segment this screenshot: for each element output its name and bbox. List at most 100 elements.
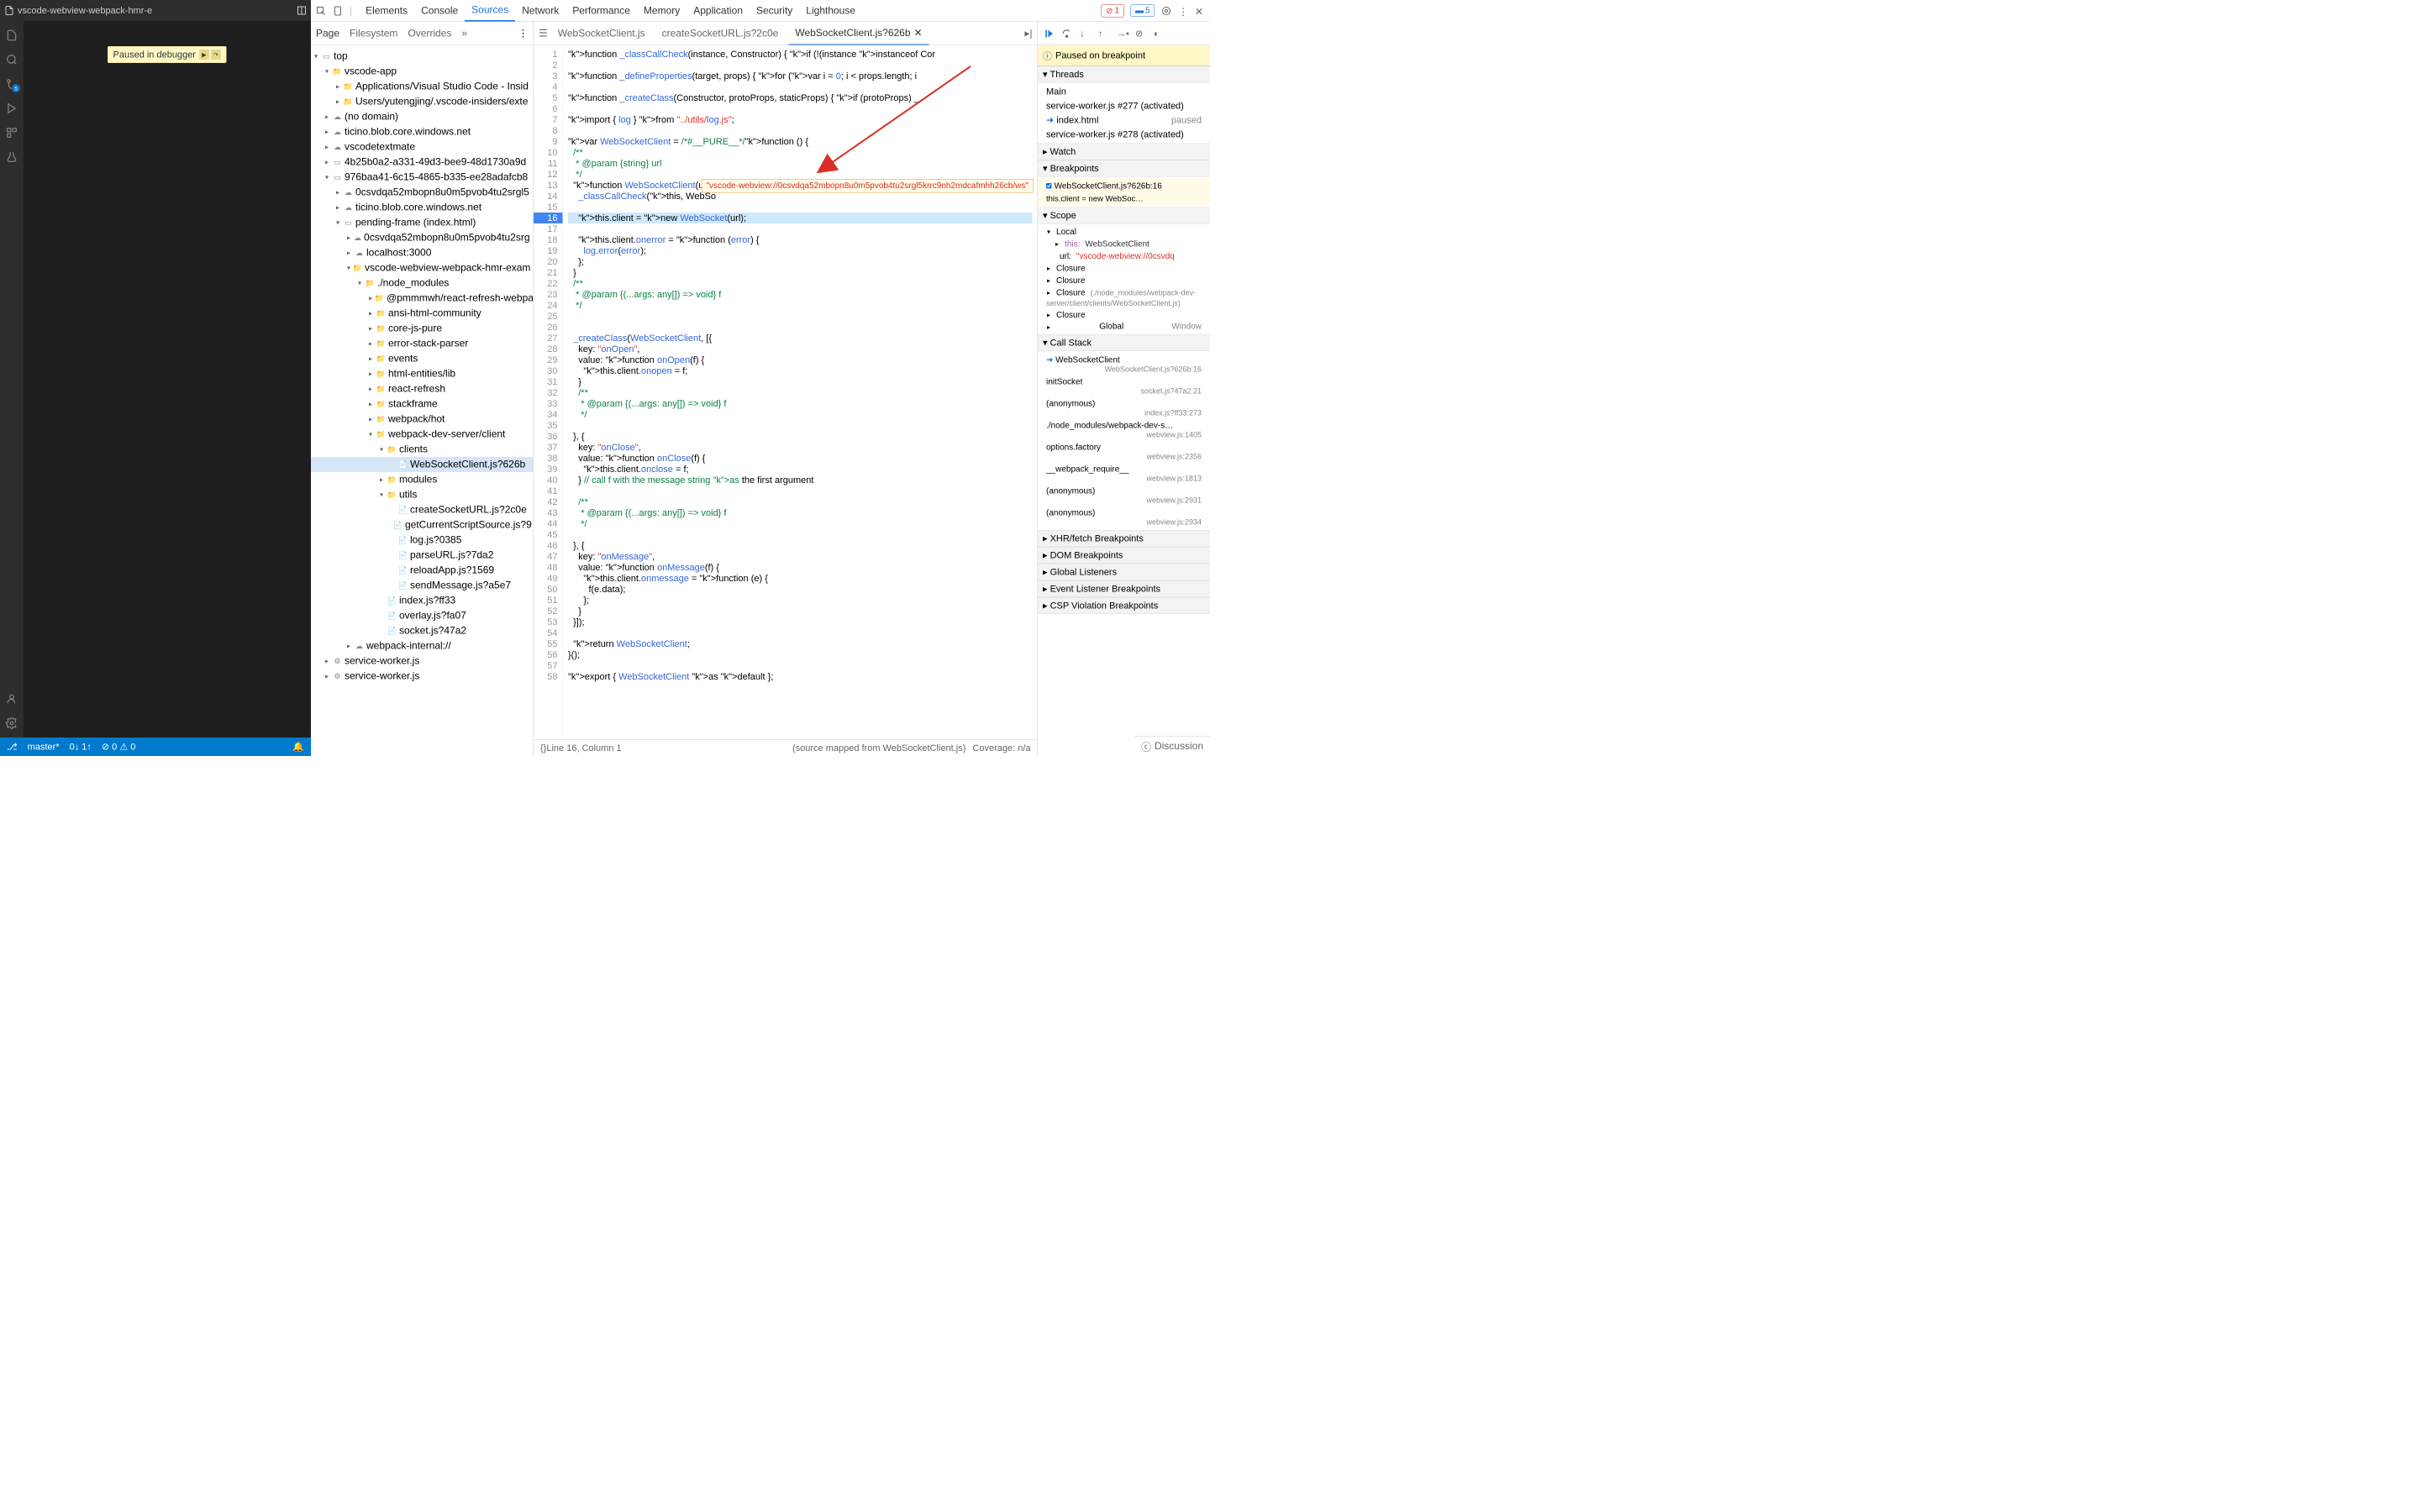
tree-item[interactable]: 📄WebSocketClient.js?626b	[311, 457, 534, 472]
devtools-tab-performance[interactable]: Performance	[566, 0, 637, 22]
thread-item[interactable]: Main	[1038, 85, 1210, 99]
devtools-tab-lighthouse[interactable]: Lighthouse	[799, 0, 862, 22]
tree-item[interactable]: ▸☁ticino.blob.core.windows.net	[311, 200, 534, 215]
more-icon[interactable]: ⋮	[1178, 6, 1188, 16]
callstack-header[interactable]: ▾ Call Stack	[1038, 334, 1210, 351]
tree-item[interactable]: ▸📁Applications/Visual Studio Code - Insi…	[311, 79, 534, 94]
tree-item[interactable]: ▾▭976baa41-6c15-4865-b335-ee28adafcb8	[311, 170, 534, 185]
resume-button[interactable]	[1043, 28, 1054, 39]
settings-icon[interactable]	[6, 717, 18, 729]
tree-item[interactable]: ▾▭top	[311, 49, 534, 64]
editor-tab[interactable]: WebSocketClient.js	[551, 22, 652, 45]
thread-item[interactable]: service-worker.js #277 (activated)	[1038, 99, 1210, 113]
devtools-tab-security[interactable]: Security	[750, 0, 799, 22]
error-count[interactable]: ⊘ 1	[1101, 4, 1123, 18]
subtab-more-icon[interactable]: ⋮	[518, 28, 529, 40]
test-icon[interactable]	[6, 151, 18, 163]
tree-item[interactable]: ▸☁webpack-internal://	[311, 638, 534, 654]
step-into-button[interactable]: ↓	[1080, 28, 1091, 39]
file-tree[interactable]: ▾▭top▾📁vscode-app▸📁Applications/Visual S…	[311, 45, 534, 756]
tree-item[interactable]: ▾▭pending-frame (index.html)	[311, 215, 534, 230]
tree-item[interactable]: ▾📁./node_modules	[311, 276, 534, 291]
breakpoint-checkbox[interactable]	[1046, 183, 1052, 189]
bell-icon[interactable]: 🔔	[292, 742, 304, 753]
tree-item[interactable]: ▾📁clients	[311, 442, 534, 457]
tree-item[interactable]: 📄log.js?0385	[311, 533, 534, 548]
scm-icon[interactable]: 5	[6, 78, 18, 90]
callstack-item[interactable]: __webpack_require__webview.js:1813	[1038, 463, 1210, 485]
thread-item[interactable]: ➜ index.htmlpaused	[1038, 113, 1210, 128]
braces-icon[interactable]: {}	[540, 743, 546, 753]
callstack-item[interactable]: initSocketsocket.js?47a2:21	[1038, 375, 1210, 397]
callstack-item[interactable]: (anonymous)webview.js:2934	[1038, 507, 1210, 528]
tree-item[interactable]: ▸⚙service-worker.js	[311, 669, 534, 684]
devtools-tab-application[interactable]: Application	[687, 0, 750, 22]
tree-item[interactable]: ▾📁vscode-app	[311, 64, 534, 79]
tree-item[interactable]: ▸▭4b25b0a2-a331-49d3-bee9-48d1730a9d	[311, 155, 534, 170]
tree-item[interactable]: ▸📁ansi-html-community	[311, 306, 534, 321]
tree-item[interactable]: ▸📁@pmmmwh/react-refresh-webpa	[311, 291, 534, 306]
extensions-icon[interactable]	[6, 127, 18, 139]
search-icon[interactable]	[6, 54, 18, 66]
deactivate-bp-button[interactable]: ⊘	[1135, 28, 1146, 39]
callstack-item[interactable]: ➜ WebSocketClientWebSocketClient.js?626b…	[1038, 353, 1210, 375]
page-subtab[interactable]: Page	[316, 28, 339, 39]
scope-local[interactable]: ▾ Local	[1038, 226, 1210, 239]
tree-item[interactable]: ▸📁core-js-pure	[311, 321, 534, 336]
code-editor[interactable]: 1234567891011121314151617181920212223242…	[534, 45, 1038, 739]
tree-item[interactable]: 📄sendMessage.js?a5e7	[311, 578, 534, 593]
tree-item[interactable]: ▸☁0csvdqa52mbopn8u0m5pvob4tu2srg	[311, 230, 534, 245]
account-icon[interactable]	[6, 693, 18, 705]
editor-tab[interactable]: createSocketURL.js?2c0e	[655, 22, 786, 45]
editor-tab-active[interactable]: WebSocketClient.js?626b ✕	[788, 22, 929, 45]
step-out-button[interactable]: ↑	[1098, 28, 1109, 39]
discussion-link[interactable]: ⓒ Discussion	[1134, 736, 1210, 756]
tree-item[interactable]: ▸☁vscodetextmate	[311, 139, 534, 155]
tree-item[interactable]: ▾📁utils	[311, 487, 534, 502]
callstack-item[interactable]: (anonymous)index.js?ff33:273	[1038, 397, 1210, 419]
split-editor-icon[interactable]	[297, 6, 307, 16]
tab-list-icon[interactable]: ☰	[539, 28, 548, 40]
overrides-subtab[interactable]: Overrides	[408, 28, 451, 39]
resume-icon[interactable]: ▶	[199, 50, 209, 60]
step-icon[interactable]: ↷	[211, 50, 221, 60]
tree-item[interactable]: ▸⚙service-worker.js	[311, 654, 534, 669]
tree-item[interactable]: ▸📁Users/yutengjing/.vscode-insiders/exte	[311, 94, 534, 109]
branch-icon[interactable]: ⎇	[7, 742, 18, 753]
tree-item[interactable]: ▸☁(no domain)	[311, 109, 534, 124]
callstack-item[interactable]: ./node_modules/webpack-dev-s…webview.js:…	[1038, 419, 1210, 441]
callstack-item[interactable]: options.factorywebview.js:2356	[1038, 441, 1210, 463]
close-icon[interactable]: ✕	[1195, 6, 1205, 16]
tree-item[interactable]: ▸☁ticino.blob.core.windows.net	[311, 124, 534, 139]
devtools-tab-memory[interactable]: Memory	[637, 0, 687, 22]
more-subtabs[interactable]: »	[461, 28, 467, 39]
tree-item[interactable]: ▸📁html-entities/lib	[311, 366, 534, 381]
tree-item[interactable]: ▸☁0csvdqa52mbopn8u0m5pvob4tu2srgl5	[311, 185, 534, 200]
devtools-tab-network[interactable]: Network	[515, 0, 566, 22]
devtools-tab-sources[interactable]: Sources	[465, 0, 515, 22]
close-tab-icon[interactable]: ✕	[914, 27, 923, 39]
tree-item[interactable]: 📄socket.js?47a2	[311, 623, 534, 638]
inspect-icon[interactable]	[316, 6, 326, 16]
tree-item[interactable]: ▾📁webpack-dev-server/client	[311, 427, 534, 442]
section-header[interactable]: ▸ Event Listener Breakpoints	[1038, 580, 1210, 597]
tree-item[interactable]: ▸📁error-stack-parser	[311, 336, 534, 351]
show-navigator-icon[interactable]: ▸|	[1024, 28, 1032, 40]
tree-item[interactable]: ▸📁stackframe	[311, 396, 534, 412]
tree-item[interactable]: ▸📁events	[311, 351, 534, 366]
tree-item[interactable]: 📄reloadApp.js?1569	[311, 563, 534, 578]
threads-header[interactable]: ▾ Threads	[1038, 66, 1210, 83]
devtools-tab-console[interactable]: Console	[414, 0, 465, 22]
tree-item[interactable]: 📄getCurrentScriptSource.js?9	[311, 517, 534, 533]
pause-exception-button[interactable]: ◐	[1154, 28, 1165, 39]
tree-item[interactable]: ▸📁webpack/hot	[311, 412, 534, 427]
device-icon[interactable]	[333, 6, 343, 16]
section-header[interactable]: ▸ DOM Breakpoints	[1038, 547, 1210, 564]
tree-item[interactable]: ▸📁react-refresh	[311, 381, 534, 396]
breakpoints-header[interactable]: ▾ Breakpoints	[1038, 160, 1210, 177]
problems-status[interactable]: ⊘ 0 ⚠ 0	[102, 742, 135, 753]
watch-header[interactable]: ▸ Watch	[1038, 144, 1210, 160]
devtools-tab-elements[interactable]: Elements	[359, 0, 414, 22]
sync-status[interactable]: 0↓ 1↑	[70, 742, 92, 753]
tree-item[interactable]: 📄overlay.js?fa07	[311, 608, 534, 623]
